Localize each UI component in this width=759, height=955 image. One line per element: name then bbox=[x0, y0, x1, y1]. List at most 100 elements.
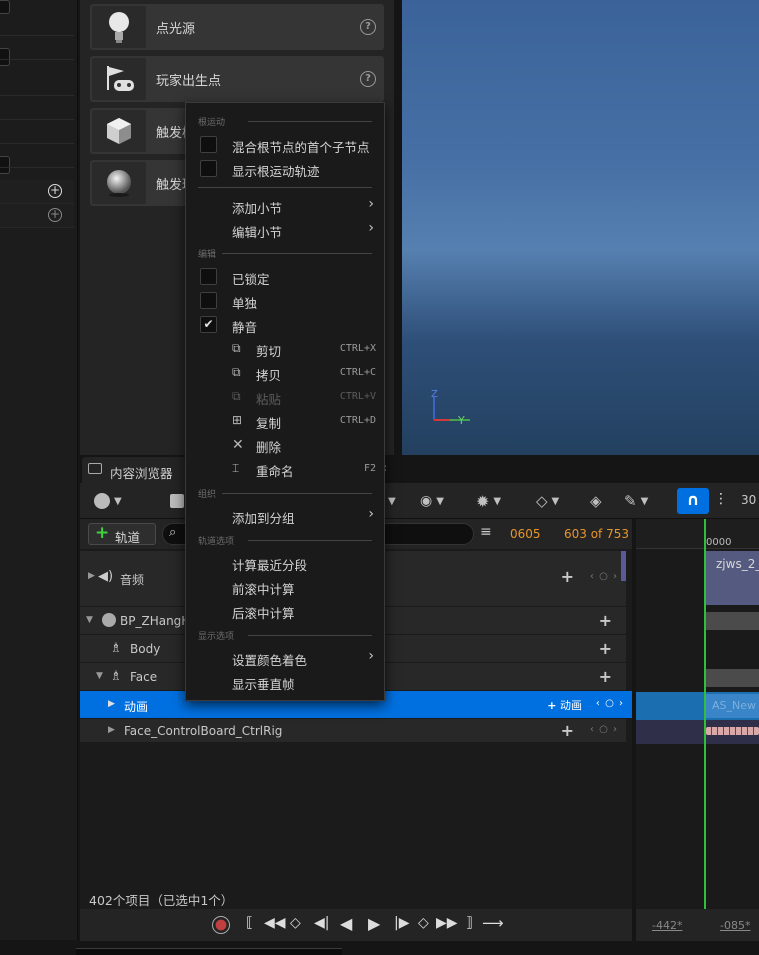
audio-clip[interactable]: zjws_2_ bbox=[706, 551, 759, 605]
next-keyframe-icon[interactable]: ◇ bbox=[418, 915, 429, 931]
snap-button[interactable]: ∩ bbox=[677, 488, 709, 514]
settings-button[interactable]: ✹ ▼ bbox=[476, 489, 501, 513]
current-frame[interactable]: 0605 bbox=[510, 527, 541, 541]
speaker-icon: ◀) bbox=[98, 569, 114, 584]
fps-label[interactable]: 30 bbox=[741, 493, 756, 507]
filter-icon[interactable]: ≡ bbox=[480, 524, 492, 540]
add-circle-icon[interactable]: + bbox=[48, 208, 62, 222]
add-icon[interactable]: + bbox=[599, 667, 612, 686]
menu-item-post-roll[interactable]: 后滚中计算 bbox=[232, 603, 295, 622]
show-root-motion-checkbox[interactable] bbox=[200, 160, 217, 177]
add-icon[interactable]: + bbox=[599, 639, 612, 658]
step-forward-icon[interactable]: |▶ bbox=[394, 915, 409, 931]
key-button[interactable]: ◇ ▼ bbox=[536, 489, 559, 513]
add-icon[interactable]: + bbox=[561, 567, 574, 586]
place-actor-label: 玩家出生点 bbox=[156, 74, 222, 89]
shortcut-label: F2 bbox=[363, 463, 376, 474]
menu-item-cut[interactable]: 剪切 bbox=[256, 341, 281, 360]
add-animation-button[interactable]: + 动画 bbox=[547, 697, 582, 713]
collapse-arrow-icon[interactable]: ▼ bbox=[96, 671, 103, 681]
cube-icon bbox=[92, 110, 146, 152]
globe-icon bbox=[94, 493, 110, 509]
plus-icon: + bbox=[95, 523, 110, 543]
track-row-ctrlrig[interactable]: ▶ Face_ControlBoard_CtrlRig + ‹ ○ › bbox=[80, 719, 626, 743]
menu-item-solo[interactable]: 单独 bbox=[232, 293, 257, 312]
next-key-icon[interactable]: ▶▶ bbox=[436, 915, 458, 931]
go-to-end-icon[interactable]: ⟧ bbox=[466, 915, 473, 931]
help-icon[interactable]: ? bbox=[360, 19, 376, 35]
menu-item-add-section[interactable]: 添加小节 bbox=[232, 198, 282, 217]
play-reverse-icon[interactable]: ◀ bbox=[340, 914, 352, 933]
help-icon[interactable]: ? bbox=[360, 71, 376, 87]
folder-icon bbox=[88, 463, 102, 474]
key-nav[interactable]: ‹ ○ › bbox=[590, 571, 618, 582]
place-actor-label: 点光源 bbox=[156, 22, 196, 37]
add-icon[interactable]: + bbox=[599, 611, 612, 630]
clip-label: zjws_2_ bbox=[716, 557, 759, 571]
menu-divider bbox=[222, 493, 372, 494]
go-to-start-icon[interactable]: ⟦ bbox=[246, 915, 253, 931]
add-circle-icon[interactable]: + bbox=[48, 184, 62, 198]
shortcut-label: CTRL+D bbox=[339, 415, 376, 426]
visibility-button[interactable]: ◉ ▼ bbox=[420, 489, 444, 513]
step-back-icon[interactable]: ◀| bbox=[314, 915, 329, 931]
expand-arrow-icon[interactable]: ▶ bbox=[88, 571, 95, 581]
outliner-panel: + + bbox=[0, 0, 78, 940]
save-icon bbox=[170, 494, 184, 508]
add-track-button[interactable]: + 轨道 bbox=[88, 523, 156, 545]
expand-arrow-icon[interactable]: ▶ bbox=[108, 699, 115, 709]
more-icon[interactable]: ⋮ bbox=[714, 491, 728, 507]
track-label: Face bbox=[130, 670, 158, 684]
time-ruler[interactable]: 0000 bbox=[636, 519, 759, 549]
menu-item-show-vertical-frames[interactable]: 显示垂直帧 bbox=[232, 674, 295, 693]
menu-item-rename[interactable]: 重命名 bbox=[256, 461, 294, 480]
curve-button[interactable]: ◈ bbox=[590, 489, 602, 513]
brush-button[interactable]: ✎ ▼ bbox=[624, 489, 648, 513]
ctrlrig-keys[interactable] bbox=[706, 727, 759, 735]
menu-item-duplicate[interactable]: 复制 bbox=[256, 413, 281, 432]
add-icon[interactable]: + bbox=[561, 721, 574, 740]
menu-section-label: 组织 bbox=[198, 490, 217, 500]
range-start[interactable]: -442* bbox=[652, 919, 682, 932]
menu-divider bbox=[198, 187, 372, 188]
menu-divider bbox=[222, 253, 372, 254]
animation-clip[interactable]: AS_New bbox=[706, 694, 759, 718]
expand-arrow-icon[interactable]: ▶ bbox=[108, 725, 115, 735]
prev-key-icon[interactable]: ◀◀ bbox=[264, 915, 286, 931]
loop-icon[interactable]: ⟶ bbox=[482, 914, 504, 932]
playhead[interactable] bbox=[704, 519, 706, 909]
outliner-row bbox=[0, 12, 74, 36]
play-icon[interactable]: ▶ bbox=[368, 914, 380, 933]
menu-section-label: 显示选项 bbox=[198, 632, 235, 642]
menu-item-delete[interactable]: 删除 bbox=[256, 437, 281, 456]
menu-item-blend-first-child[interactable]: 混合根节点的首个子节点 bbox=[232, 137, 370, 156]
bottom-scrollbar[interactable] bbox=[76, 948, 342, 955]
solo-checkbox[interactable] bbox=[200, 292, 217, 309]
place-actor-player-start[interactable]: 玩家出生点 ? bbox=[90, 56, 384, 102]
prev-keyframe-icon[interactable]: ◇ bbox=[290, 915, 301, 931]
save-button[interactable] bbox=[170, 489, 184, 513]
key-nav[interactable]: ‹ ○ › bbox=[596, 698, 624, 709]
record-icon[interactable] bbox=[212, 916, 230, 934]
sequencer-timeline[interactable]: 0000 zjws_2_ AS_New bbox=[636, 519, 759, 909]
place-actor-point-light[interactable]: 点光源 ? bbox=[90, 4, 384, 50]
menu-item-edit-section[interactable]: 编辑小节 bbox=[232, 222, 282, 241]
menu-item-mute[interactable]: 静音 bbox=[232, 317, 257, 336]
collapse-arrow-icon[interactable]: ▼ bbox=[86, 615, 93, 625]
menu-item-set-color-tint[interactable]: 设置颜色着色 bbox=[232, 650, 307, 669]
key-nav[interactable]: ‹ ○ › bbox=[590, 724, 618, 735]
paste-icon: ⧉ bbox=[232, 389, 241, 403]
blend-first-child-checkbox[interactable] bbox=[200, 136, 217, 153]
range-end[interactable]: -085* bbox=[720, 919, 750, 932]
locked-checkbox[interactable] bbox=[200, 268, 217, 285]
menu-item-add-to-group[interactable]: 添加到分组 bbox=[232, 508, 295, 527]
menu-item-locked[interactable]: 已锁定 bbox=[232, 269, 270, 288]
world-button[interactable]: ▼ bbox=[94, 489, 122, 513]
menu-item-calc-recent[interactable]: 计算最近分段 bbox=[232, 555, 307, 574]
menu-item-copy[interactable]: 拷贝 bbox=[256, 365, 281, 384]
dropdown-button[interactable]: ▼ bbox=[388, 489, 396, 513]
menu-item-pre-roll[interactable]: 前滚中计算 bbox=[232, 579, 295, 598]
mute-checkbox[interactable]: ✔ bbox=[200, 316, 217, 333]
level-viewport[interactable]: Z Y bbox=[402, 0, 759, 455]
menu-item-show-root-motion-trail[interactable]: 显示根运动轨迹 bbox=[232, 161, 320, 180]
